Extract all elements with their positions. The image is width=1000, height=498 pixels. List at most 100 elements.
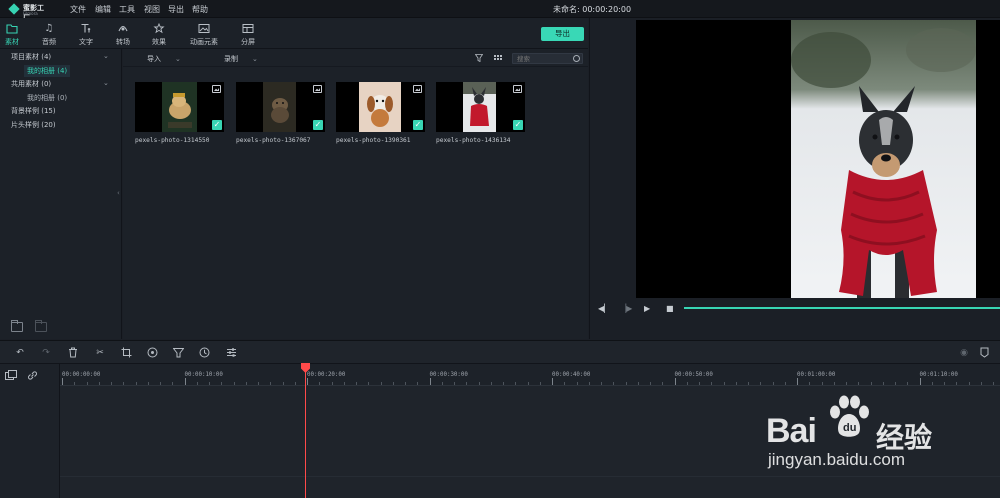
tab-transition-label: 转场 [116,38,130,46]
tab-text-label: 文字 [79,38,93,46]
ruler-minor-tick [331,382,333,385]
green-screen-icon[interactable] [171,347,185,359]
ruler-minor-tick [944,382,945,385]
ruler-minor-tick [123,382,125,385]
tab-effects[interactable]: 效果 [141,18,177,49]
undo-icon[interactable]: ↶ [14,347,26,359]
ruler-minor-tick [784,382,786,385]
link-icon[interactable] [26,370,38,382]
new-folder-icon[interactable] [11,320,23,332]
checkmark-icon[interactable]: ✓ [513,120,523,130]
ruler-minor-tick [527,382,529,385]
project-title: 未命名: 00:00:20:00 [553,5,632,14]
ruler-minor-tick [858,382,860,385]
chevron-down-icon[interactable]: ⌄ [103,79,109,87]
stop-icon[interactable]: ■ [666,304,674,313]
music-note-icon: ♫ [44,23,54,34]
split-screen-icon [242,23,254,34]
play-icon[interactable]: ▶ [644,304,650,313]
adjust-icon[interactable] [225,347,237,359]
ruler-minor-tick [441,382,443,385]
ruler-minor-tick [258,382,259,385]
media-item-4[interactable]: ✓ [436,82,525,132]
ruler-minor-tick [576,382,578,385]
chevron-down-icon[interactable]: ⌄ [103,52,109,60]
media-item-3[interactable]: ✓ [336,82,425,132]
logo-mark-icon [8,3,20,15]
app-logo: 蜜影工厂 Filmora [8,2,48,22]
checkmark-icon[interactable]: ✓ [212,120,222,130]
timeline-ruler[interactable]: 00:00:00:00 00:00:10:00 00:00:20:00 00:00:3… [60,364,1000,386]
delete-icon[interactable] [67,347,79,359]
step-back-icon[interactable]: ▕▶ [620,304,632,313]
menu-help[interactable]: 帮助 [192,4,208,15]
menu-tools[interactable]: 工具 [119,4,135,15]
color-icon[interactable] [146,347,158,359]
media-item-2[interactable]: ✓ [236,82,325,132]
search-field[interactable] [512,53,583,64]
marker-icon[interactable] [978,347,990,359]
import-label: 导入 [147,55,161,63]
crop-icon[interactable] [120,347,132,359]
ruler-minor-tick [98,382,100,385]
sidebar-item-intro-samples[interactable]: 片头样例 (20) [11,120,56,130]
record-dropdown[interactable]: 录制 ⌄ [224,54,258,64]
sidebar-item-shared-media[interactable]: 共用素材 (0) [11,79,51,89]
ruler-minor-tick [748,382,749,385]
ruler-major-tick [307,378,308,385]
ruler-minor-tick [980,382,982,385]
ruler-major-tick [919,378,921,385]
tab-audio[interactable]: ♫ 音频 [31,18,67,49]
add-track-icon[interactable] [5,370,17,382]
sidebar-item-my-album[interactable]: 我的相册 (4) [24,65,71,77]
menu-export[interactable]: 导出 [168,4,184,15]
track-header [0,364,60,498]
tab-split-screen-label: 分屏 [241,38,255,46]
previous-frame-icon[interactable]: ◀▏ [598,304,610,313]
image-type-icon [513,85,522,93]
cut-icon[interactable]: ✂ [94,347,106,359]
speed-icon[interactable] [198,347,210,359]
render-preview-icon[interactable]: ◉ [958,347,970,359]
sidebar-item-project-media[interactable]: 项目素材 (4) [11,52,51,62]
sidebar-item-shared-album[interactable]: 我的相册 (0) [27,93,67,103]
ruler-minor-tick [846,382,847,385]
tab-text[interactable]: 文字 [68,18,104,49]
filter-icon[interactable] [475,54,483,62]
search-input[interactable] [517,54,571,63]
redo-icon[interactable]: ↷ [40,347,52,359]
media-item-1[interactable]: ✓ [135,82,224,132]
ruler-minor-tick [209,382,210,385]
chevron-down-icon: ⌄ [175,55,181,63]
baidu-paw-logo: du [830,395,869,437]
menu-view[interactable]: 视图 [144,4,160,15]
collapse-panel-icon[interactable]: ‹ [117,189,120,197]
ruler-minor-tick [686,382,688,385]
menu-bar: 蜜影工厂 Filmora 文件 编辑 工具 视图 导出 帮助 未命名: 00:0… [0,0,1000,22]
grid-view-icon[interactable] [494,55,502,62]
menu-edit[interactable]: 编辑 [95,4,111,15]
import-dropdown[interactable]: 导入 ⌄ [147,54,181,64]
playhead-line[interactable] [305,366,306,498]
image-type-icon [313,85,322,93]
tab-effects-label: 效果 [152,38,166,46]
ruler-minor-tick [405,382,406,385]
ruler-minor-tick [699,382,700,385]
tab-elements[interactable]: 动画元素 [186,18,222,49]
remove-folder-icon[interactable] [35,320,47,332]
elements-icon [198,23,210,34]
tab-split-screen[interactable]: 分屏 [230,18,266,49]
search-icon[interactable] [573,55,580,62]
sidebar-item-background-samples[interactable]: 背景样例 (15) [11,106,56,116]
tab-transition[interactable]: 转场 [105,18,141,49]
ruler-minor-tick [147,382,149,385]
ruler-minor-tick [637,382,639,385]
playback-progress-bar[interactable] [684,307,1000,309]
ruler-minor-tick [282,382,284,385]
tab-media[interactable]: 素材 [0,18,30,49]
menu-file[interactable]: 文件 [70,4,86,15]
checkmark-icon[interactable]: ✓ [413,120,423,130]
export-button[interactable]: 导出 [541,27,584,41]
svg-text:du: du [843,422,856,434]
checkmark-icon[interactable]: ✓ [313,120,323,130]
